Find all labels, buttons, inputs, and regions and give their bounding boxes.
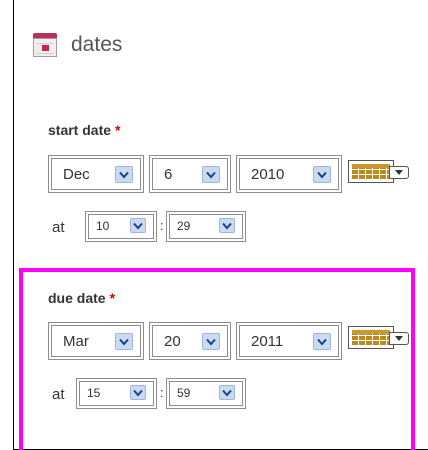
chevron-down-icon[interactable] xyxy=(202,333,220,350)
calendar-grid-icon xyxy=(348,160,394,183)
due-year-value: 2011 xyxy=(251,333,284,350)
due-date-picker-button[interactable] xyxy=(348,326,409,349)
chevron-down-icon[interactable] xyxy=(115,166,133,183)
chevron-down-icon xyxy=(389,332,409,345)
due-hour-value: 15 xyxy=(87,386,101,400)
due-month-value: Mar xyxy=(63,333,89,350)
start-day-select[interactable]: 6 xyxy=(149,155,231,193)
due-hour-select[interactable]: 15 xyxy=(76,378,157,409)
chevron-down-icon[interactable] xyxy=(202,166,220,183)
calendar-icon xyxy=(33,33,57,57)
chevron-down-icon[interactable] xyxy=(130,385,146,400)
start-date-label: start date * xyxy=(48,122,121,138)
section-title: dates xyxy=(71,33,123,56)
start-month-value: Dec xyxy=(63,166,90,183)
chevron-down-icon[interactable] xyxy=(313,166,331,183)
start-day-value: 6 xyxy=(164,166,173,183)
section-header: dates xyxy=(33,28,122,62)
chevron-down-icon[interactable] xyxy=(219,218,235,233)
start-month-select[interactable]: Dec xyxy=(48,155,144,193)
start-date-picker-button[interactable] xyxy=(348,160,409,183)
start-minute-select[interactable]: 29 xyxy=(166,211,246,242)
due-month-select[interactable]: Mar xyxy=(48,322,144,360)
start-at-label: at xyxy=(52,219,65,236)
due-year-select[interactable]: 2011 xyxy=(236,322,342,360)
due-day-select[interactable]: 20 xyxy=(149,322,231,360)
required-marker: * xyxy=(109,290,116,306)
due-minute-value: 59 xyxy=(177,386,191,400)
start-minute-value: 29 xyxy=(177,219,191,233)
chevron-down-icon[interactable] xyxy=(130,218,146,233)
start-year-select[interactable]: 2010 xyxy=(236,155,342,193)
start-year-value: 2010 xyxy=(251,166,285,183)
calendar-grid-icon xyxy=(348,326,394,349)
start-hour-value: 10 xyxy=(96,219,110,233)
start-hour-select[interactable]: 10 xyxy=(85,211,157,242)
chevron-down-icon[interactable] xyxy=(115,333,133,350)
time-separator: : xyxy=(160,218,164,233)
chevron-down-icon xyxy=(389,166,409,179)
due-at-label: at xyxy=(52,386,65,403)
chevron-down-icon[interactable] xyxy=(219,385,235,400)
due-date-label: due date * xyxy=(48,290,116,306)
time-separator: : xyxy=(160,385,164,400)
chevron-down-icon[interactable] xyxy=(313,333,331,350)
due-day-value: 20 xyxy=(164,333,181,350)
due-minute-select[interactable]: 59 xyxy=(166,378,246,409)
required-marker: * xyxy=(115,122,121,138)
